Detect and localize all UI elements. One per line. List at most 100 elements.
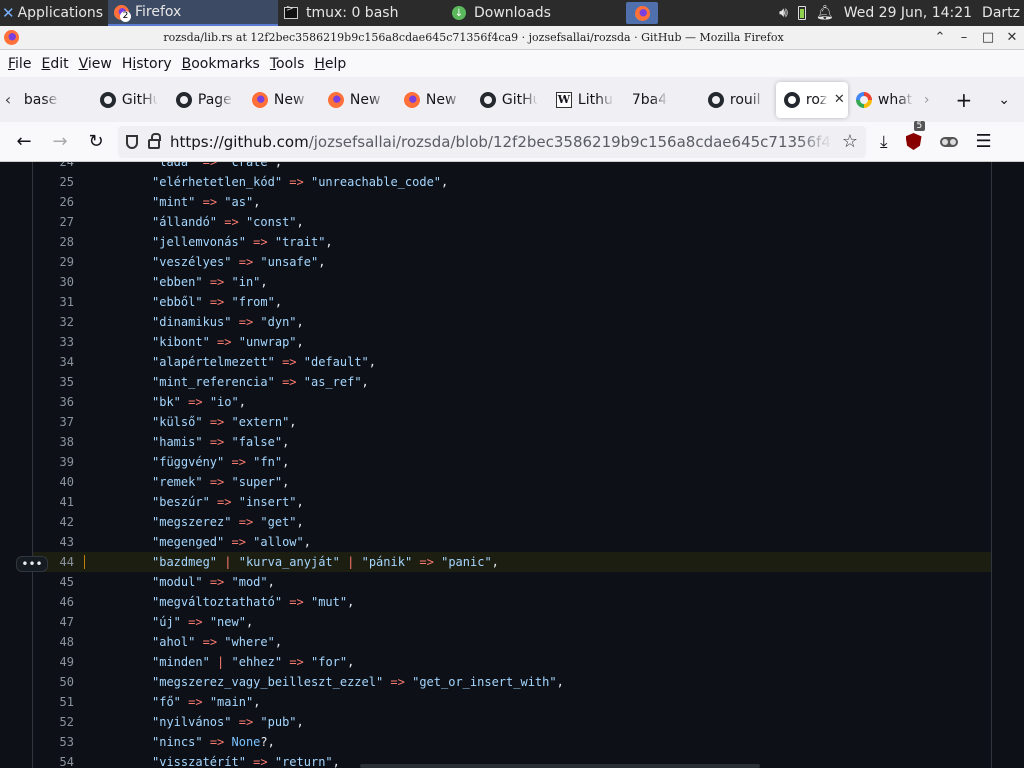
- code-line: 47 "új" => "new",: [33, 612, 991, 632]
- menu-item-file[interactable]: File: [3, 56, 36, 72]
- firefox-launcher-icon: [634, 5, 650, 21]
- code-line: 33 "kibont" => "unwrap",: [33, 332, 991, 352]
- line-number[interactable]: 45: [33, 575, 74, 589]
- browser-tab-3[interactable]: Page: [168, 82, 244, 118]
- line-number[interactable]: 43: [33, 535, 74, 549]
- clock[interactable]: Wed 29 Jun, 14:21: [844, 5, 972, 21]
- window-titlebar[interactable]: rozsda/lib.rs at 12f2bec3586219b9c156a8c…: [0, 26, 1024, 50]
- forward-button[interactable]: →: [42, 131, 78, 152]
- line-code: "beszúr" => "insert",: [152, 495, 304, 509]
- browser-tab-9[interactable]: 7ba493: [624, 82, 700, 118]
- code-line: 38 "hamis" => "false",: [33, 432, 991, 452]
- line-number[interactable]: 28: [33, 235, 74, 249]
- notification-bell-icon[interactable]: 🔔︎: [816, 5, 834, 21]
- window-maximize-button[interactable]: □: [976, 30, 1000, 45]
- line-code: "ebben" => "in",: [152, 275, 268, 289]
- tab-scroll-right-button[interactable]: ›: [924, 92, 930, 108]
- browser-tab-4[interactable]: New: [244, 82, 320, 118]
- code-line: 52 "nyilvános" => "pub",: [33, 712, 991, 732]
- github-icon: [175, 91, 192, 108]
- line-number[interactable]: 31: [33, 295, 74, 309]
- browser-tab-10[interactable]: rouil: [700, 82, 776, 118]
- code-line: 40 "remek" => "super",: [33, 472, 991, 492]
- code-viewer: 24 "láda" => "crate", 25 "elérhetetlen_kód"…: [0, 162, 1024, 768]
- line-number[interactable]: 47: [33, 615, 74, 629]
- menu-item-edit[interactable]: Edit: [36, 56, 73, 72]
- line-number[interactable]: 51: [33, 695, 74, 709]
- firefox-launcher-button[interactable]: [626, 2, 658, 24]
- ublock-origin-button[interactable]: 5: [905, 121, 926, 150]
- line-number[interactable]: 36: [33, 395, 74, 409]
- line-number[interactable]: 24: [33, 162, 74, 169]
- tracking-protection-shield-icon[interactable]: [126, 134, 138, 149]
- line-number[interactable]: 53: [33, 735, 74, 749]
- line-number[interactable]: 27: [33, 215, 74, 229]
- line-number[interactable]: 50: [33, 675, 74, 689]
- private-mask-extension-icon[interactable]: [939, 136, 958, 147]
- battery-icon[interactable]: [797, 6, 806, 20]
- line-number[interactable]: 33: [33, 335, 74, 349]
- line-number[interactable]: 40: [33, 475, 74, 489]
- line-number[interactable]: 35: [33, 375, 74, 389]
- line-number[interactable]: 46: [33, 595, 74, 609]
- tab-close-icon[interactable]: ✕: [834, 92, 845, 107]
- taskbar-downloads-window[interactable]: ↓ Downloads: [446, 0, 616, 26]
- taskbar-firefox-window[interactable]: 2 Firefox: [108, 0, 278, 26]
- line-number[interactable]: 37: [33, 415, 74, 429]
- line-number[interactable]: 49: [33, 655, 74, 669]
- window-shade-button[interactable]: ⌃: [928, 30, 952, 45]
- new-tab-button[interactable]: +: [956, 88, 973, 112]
- browser-tab-2[interactable]: GitHub: [92, 82, 168, 118]
- horizontal-scrollbar[interactable]: [360, 764, 760, 768]
- reload-button[interactable]: ↻: [78, 131, 114, 152]
- user-name[interactable]: Dartz: [982, 5, 1020, 21]
- firefox-icon: 2: [114, 4, 131, 22]
- line-number[interactable]: 29: [33, 255, 74, 269]
- line-code: "jellemvonás" => "trait",: [152, 235, 333, 249]
- line-number[interactable]: 38: [33, 435, 74, 449]
- menu-item-help[interactable]: Help: [309, 56, 351, 72]
- line-number[interactable]: 34: [33, 355, 74, 369]
- browser-tab-7[interactable]: GitHub: [472, 82, 548, 118]
- list-all-tabs-button[interactable]: ⌄: [998, 92, 1010, 108]
- code-line: 25 "elérhetetlen_kód" => "unreachable_cod…: [33, 172, 991, 192]
- line-number[interactable]: 26: [33, 195, 74, 209]
- browser-tab-6[interactable]: New: [396, 82, 472, 118]
- line-options-button[interactable]: •••: [16, 556, 48, 572]
- line-code: "láda" => "crate",: [152, 162, 283, 169]
- tab-scroll-left-button[interactable]: ‹: [0, 90, 16, 109]
- line-number[interactable]: 32: [33, 315, 74, 329]
- window-minimize-button[interactable]: –: [952, 30, 976, 45]
- line-number[interactable]: 42: [33, 515, 74, 529]
- window-close-button[interactable]: ✕: [1000, 30, 1024, 45]
- browser-tab-12[interactable]: what: [848, 82, 924, 118]
- line-number[interactable]: 48: [33, 635, 74, 649]
- volume-icon[interactable]: 🔊︎: [779, 5, 788, 21]
- line-number[interactable]: 41: [33, 495, 74, 509]
- browser-tab-1[interactable]: base: [16, 82, 92, 118]
- line-number[interactable]: 39: [33, 455, 74, 469]
- line-number[interactable]: 52: [33, 715, 74, 729]
- downloads-toolbar-icon[interactable]: ⤓: [880, 132, 888, 152]
- menu-item-view[interactable]: View: [74, 56, 117, 72]
- line-number[interactable]: 30: [33, 275, 74, 289]
- code-line: 35 "mint_referencia" => "as_ref",: [33, 372, 991, 392]
- bookmark-star-icon[interactable]: ☆: [842, 131, 858, 152]
- menu-item-tools[interactable]: Tools: [265, 56, 310, 72]
- menu-item-history[interactable]: History: [117, 56, 177, 72]
- url-bar[interactable]: https://github.com/jozsefsallai/rozsda/b…: [118, 125, 866, 158]
- site-lock-icon[interactable]: [148, 132, 161, 149]
- browser-tab-11[interactable]: roz ✕: [775, 81, 848, 118]
- taskbar-tmux-window[interactable]: tmux: 0 bash: [278, 0, 446, 26]
- code-line: 44 "bazdmeg" | "kurva_anyját" | "pánik" =…: [33, 552, 991, 572]
- line-number[interactable]: 54: [33, 755, 74, 768]
- back-button[interactable]: ←: [6, 131, 42, 152]
- browser-tab-8[interactable]: W Lithu: [548, 82, 624, 118]
- applications-menu-button[interactable]: ✕ Applications: [0, 0, 108, 26]
- url-text[interactable]: https://github.com/jozsefsallai/rozsda/b…: [170, 133, 832, 151]
- download-icon: ↓: [452, 6, 466, 20]
- hamburger-menu-icon[interactable]: ☰: [976, 131, 992, 152]
- line-number[interactable]: 25: [33, 175, 74, 189]
- browser-tab-5[interactable]: New: [320, 82, 396, 118]
- menu-item-bookmarks[interactable]: Bookmarks: [177, 56, 265, 72]
